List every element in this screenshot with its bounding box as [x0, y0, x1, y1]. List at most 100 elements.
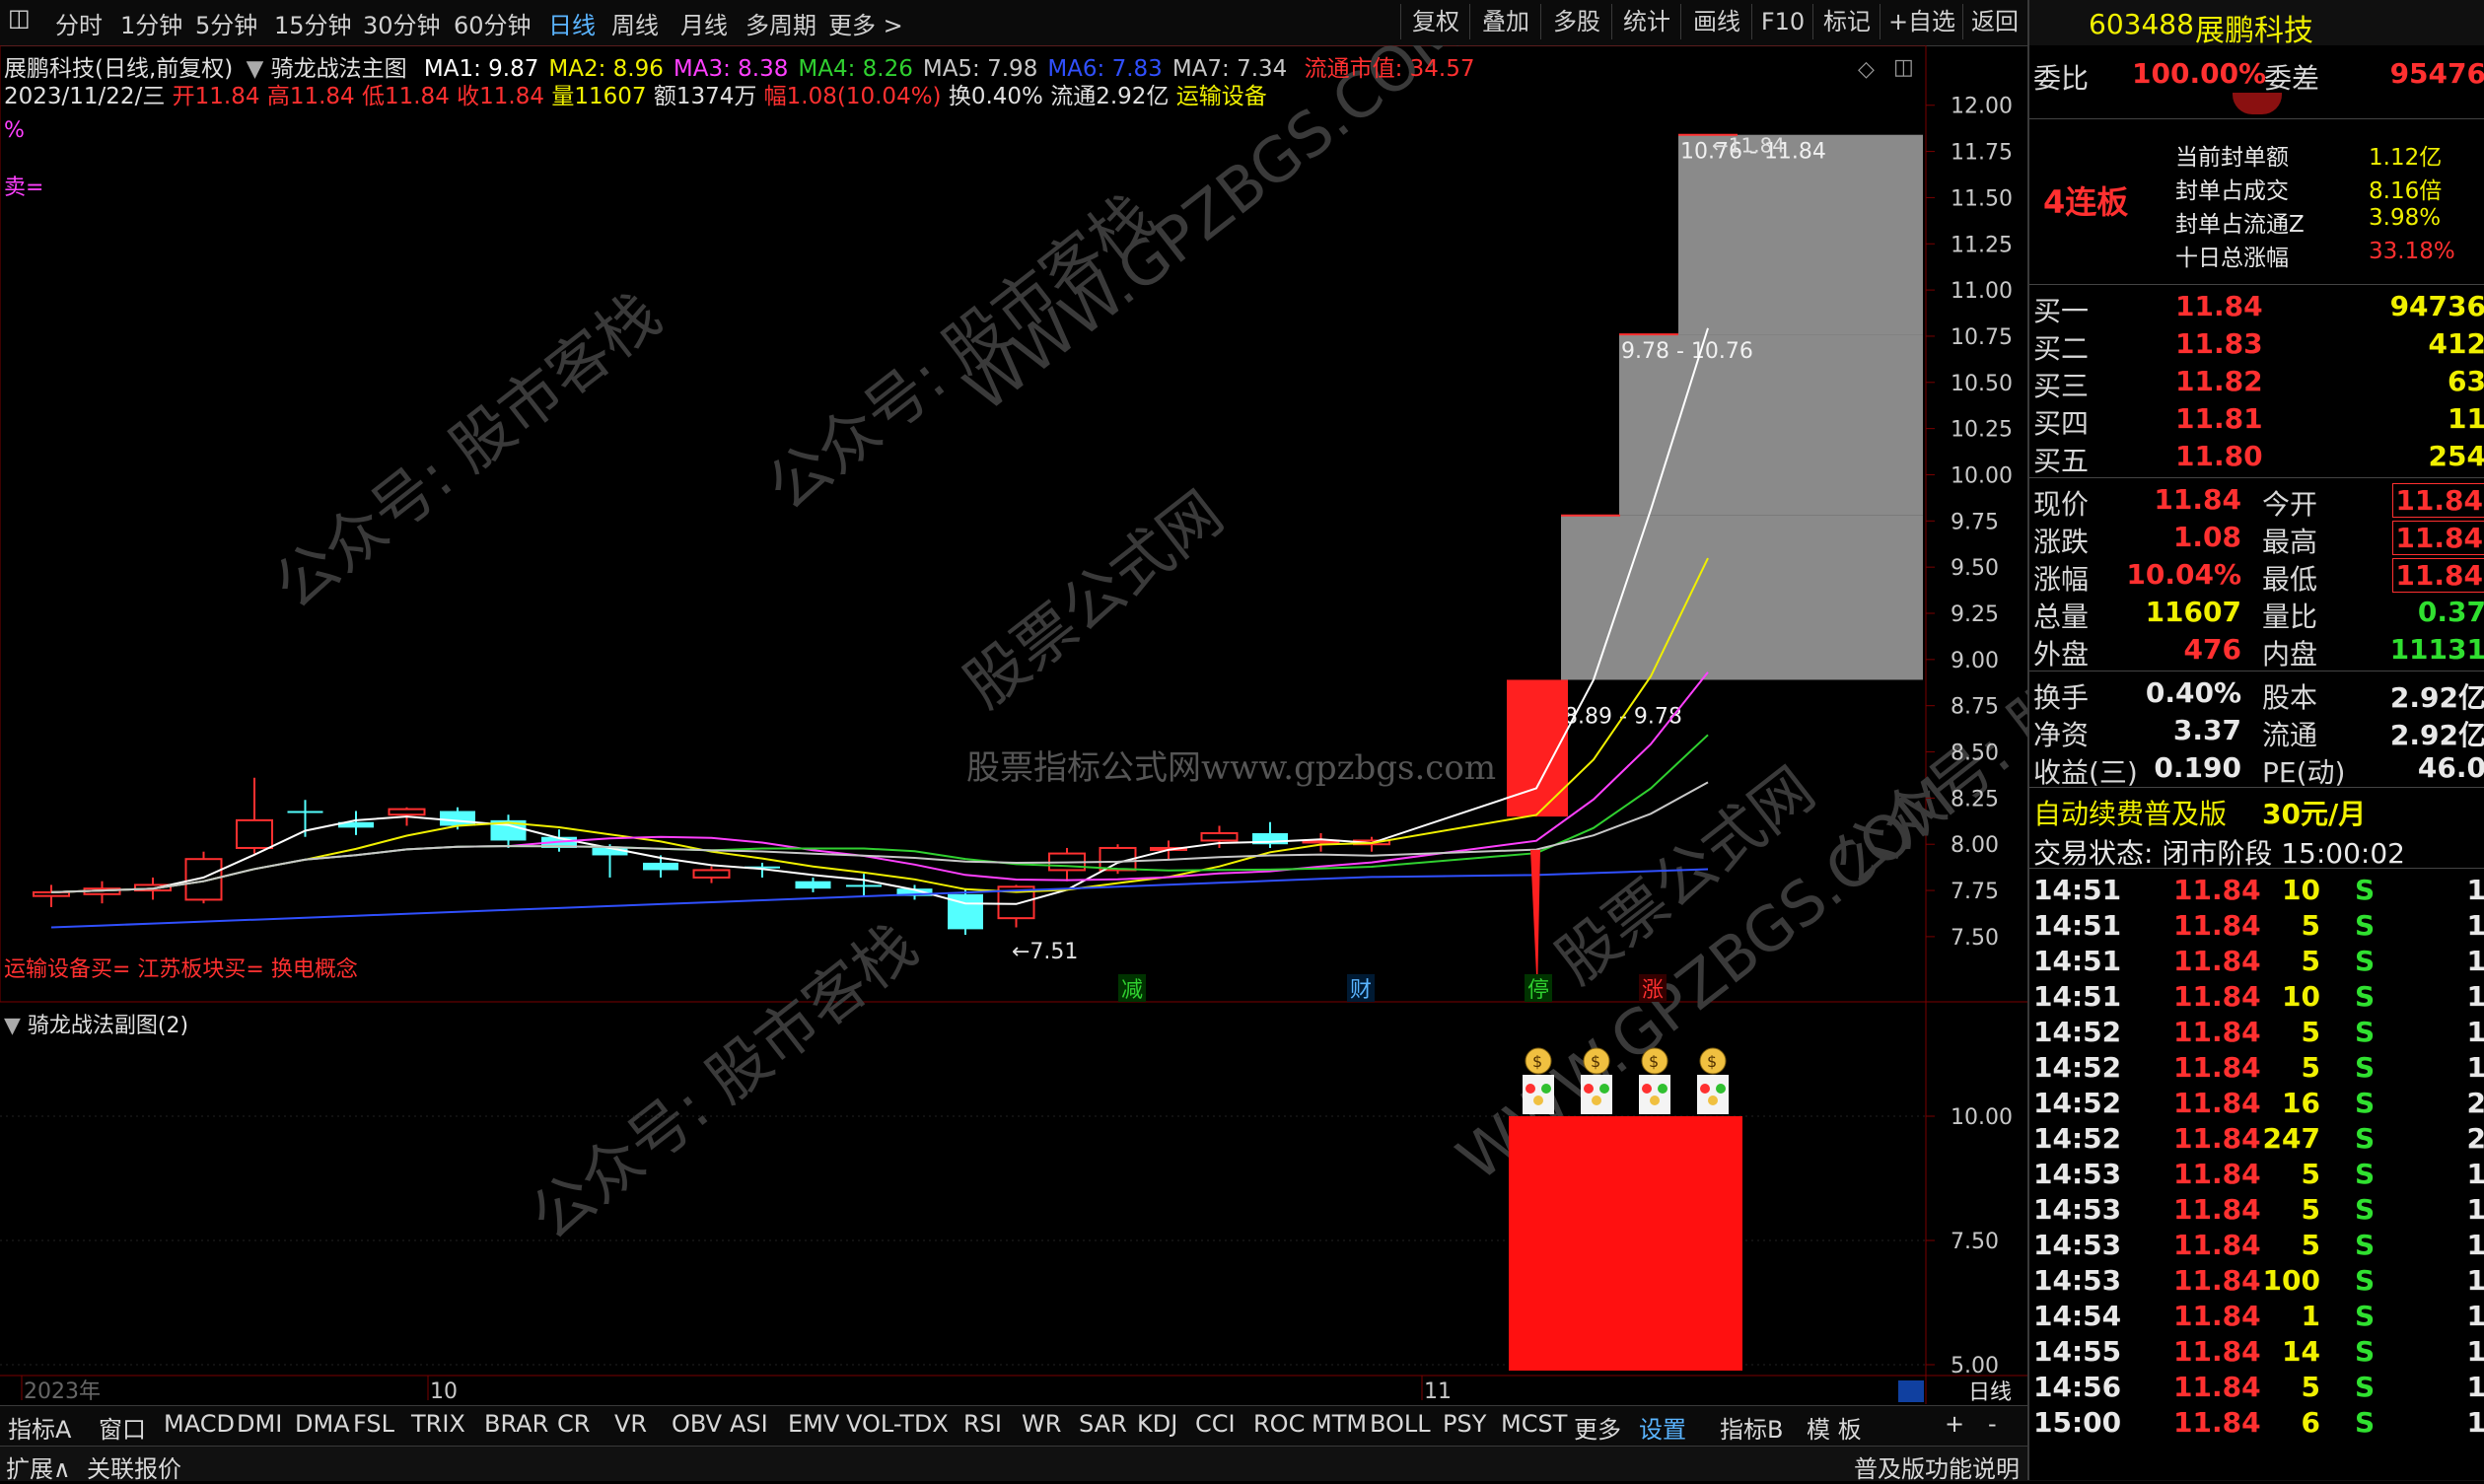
indicator-tab-20[interactable]: MTM: [1312, 1410, 1367, 1438]
toolbar-button-1[interactable]: 叠加: [1469, 4, 1541, 39]
sub-y-label-0: 10.00: [1951, 1105, 2013, 1130]
quote-panel: 603488 展鹏科技 委比 100.00% 委差 95476 4连板 当前封单额 1.12亿封…: [2027, 0, 2484, 1480]
indicator-tab-25[interactable]: 设置: [1639, 1410, 1686, 1445]
stat-row-2: 涨幅 10.04% 最低 11.84: [2029, 556, 2484, 596]
candle-body-4: [236, 818, 273, 849]
indicator-tab-4[interactable]: DMA: [295, 1410, 350, 1438]
sub-chart-title[interactable]: 骑龙战法副图(2): [28, 1014, 188, 1038]
period-tab-5[interactable]: 60分钟: [454, 6, 532, 40]
watermark-center: 股票指标公式网www.gpzbgs.com: [966, 748, 1496, 788]
tick-time-14: 14:56: [2033, 1371, 2122, 1403]
indicator-tab-1[interactable]: 窗口: [99, 1410, 146, 1445]
promo-row[interactable]: 自动续费普及版 30元/月: [2029, 791, 2484, 830]
collapse-icon[interactable]: [2233, 93, 2282, 114]
tick-side-3: S: [2355, 980, 2376, 1013]
indicator-tab-9[interactable]: VR: [614, 1410, 647, 1438]
indicator-right-0[interactable]: 指标B: [1720, 1410, 1783, 1445]
bid-row-1[interactable]: 买二 11.83 412: [2029, 325, 2484, 365]
tick-price-1: 11.84: [2173, 909, 2261, 942]
bid-label-0: 买一: [2033, 295, 2090, 327]
indicator-tab-0[interactable]: 指标A: [8, 1410, 71, 1445]
window-menu-icon[interactable]: ◫: [8, 4, 31, 32]
indicator-tab-2[interactable]: MACD: [164, 1410, 235, 1438]
tick-volume-12: 1: [2301, 1300, 2320, 1332]
sep-1: [2029, 118, 2484, 119]
indicator-tab-11[interactable]: ASI: [730, 1410, 768, 1438]
indicator-tab-8[interactable]: CR: [557, 1410, 590, 1438]
bid-row-3[interactable]: 买四 11.81 11: [2029, 400, 2484, 440]
indicator-tab-14[interactable]: RSI: [963, 1410, 1002, 1438]
period-tab-10[interactable]: 更多 >: [828, 6, 903, 40]
promo-text[interactable]: 自动续费普及版: [2033, 793, 2227, 832]
y-label-9: 9.75: [1951, 510, 1999, 534]
seal-info-row-1: 封单占成交 8.16倍: [2175, 170, 2484, 204]
indicator-tab-23[interactable]: MCST: [1501, 1410, 1567, 1438]
expand-button[interactable]: 扩展∧: [6, 1449, 71, 1484]
toolbar-button-4[interactable]: 画线: [1680, 4, 1752, 39]
indicator-tab-22[interactable]: PSY: [1443, 1410, 1486, 1438]
order-ratio-row: 委比 100.00% 委差 95476: [2029, 55, 2484, 95]
toolbar-button-0[interactable]: 复权: [1400, 4, 1470, 39]
period-tab-6[interactable]: 日线: [548, 6, 596, 40]
indicator-tab-7[interactable]: BRAR: [484, 1410, 548, 1438]
indicator-tab-15[interactable]: WR: [1022, 1410, 1061, 1438]
panel-toggle-icon[interactable]: ◫: [1893, 55, 1914, 80]
indicator-tab-24[interactable]: 更多: [1574, 1410, 1621, 1445]
toolbar-button-2[interactable]: 多股: [1540, 4, 1612, 39]
stat-label-a-4: 外盘: [2033, 638, 2090, 671]
period-tab-0[interactable]: 分时: [55, 6, 103, 40]
tick-row-5: 14:52 11.84 5 S 1: [2029, 1049, 2484, 1085]
bid-row-2[interactable]: 买三 11.82 63: [2029, 363, 2484, 402]
tick-price-11: 11.84: [2173, 1264, 2261, 1297]
signal-card-1: [1581, 1075, 1612, 1114]
period-tab-1[interactable]: 1分钟: [120, 6, 182, 40]
chart-area[interactable]: 公众号: 股市客栈 公众号: 股市客栈公众号: 股市客栈WWW.GPZBGS.CO…: [0, 45, 2027, 1404]
period-tab-3[interactable]: 15分钟: [274, 6, 352, 40]
indicator-tab-10[interactable]: OBV: [672, 1410, 722, 1438]
indicator-right-3[interactable]: -: [1988, 1410, 1997, 1438]
signal-card-0: [1523, 1075, 1554, 1114]
tick-volume-4: 5: [2301, 1016, 2320, 1048]
tick-side-4: S: [2355, 1016, 2376, 1048]
seal-info-label-2: 封单占流通Z: [2175, 212, 2305, 238]
indicator-right-2[interactable]: +: [1945, 1410, 1964, 1438]
indicator-tab-6[interactable]: TRIX: [411, 1410, 465, 1438]
watermark-1: 公众号: 股市客栈: [753, 179, 1167, 525]
fund-label-a-2: 收益(三): [2033, 756, 2138, 789]
indicator-tab-18[interactable]: CCI: [1195, 1410, 1236, 1438]
toolbar-button-5[interactable]: F10: [1751, 4, 1813, 39]
tick-price-6: 11.84: [2173, 1087, 2261, 1119]
toolbar-button-6[interactable]: 标记: [1812, 4, 1881, 39]
period-tab-4[interactable]: 30分钟: [363, 6, 441, 40]
tick-side-2: S: [2355, 945, 2376, 977]
tick-time-9: 14:53: [2033, 1193, 2122, 1226]
promo-price[interactable]: 30元/月: [2262, 793, 2366, 832]
indicator-tab-12[interactable]: EMV: [788, 1410, 839, 1438]
bid-volume-3: 11: [2448, 402, 2484, 435]
toolbar-button-8[interactable]: 返回: [1962, 4, 2026, 39]
indicator-tab-21[interactable]: BOLL: [1370, 1410, 1431, 1438]
indicator-right-1[interactable]: 模 板: [1807, 1410, 1862, 1445]
period-tab-2[interactable]: 5分钟: [195, 6, 257, 40]
period-tab-9[interactable]: 多周期: [745, 6, 816, 40]
diamond-icon[interactable]: ◇: [1858, 57, 1875, 82]
indicator-tab-5[interactable]: FSL: [353, 1410, 394, 1438]
indicator-tab-16[interactable]: SAR: [1079, 1410, 1127, 1438]
signal-card-3: [1697, 1075, 1729, 1114]
tick-volume-3: 10: [2282, 980, 2320, 1013]
indicator-tab-3[interactable]: DMI: [237, 1410, 282, 1438]
bid-row-4[interactable]: 买五 11.80 254: [2029, 438, 2484, 477]
toolbar-button-7[interactable]: +自选: [1880, 4, 1963, 39]
range-box-2: [1561, 515, 1923, 680]
related-quote-button[interactable]: 关联报价: [87, 1449, 181, 1484]
indicator-tab-19[interactable]: ROC: [1253, 1410, 1305, 1438]
chevron-down-icon[interactable]: ▼: [4, 1014, 21, 1038]
sep-3: [2029, 477, 2484, 478]
help-link[interactable]: 普及版功能说明: [1854, 1449, 2020, 1484]
period-tab-8[interactable]: 月线: [680, 6, 728, 40]
bid-row-0[interactable]: 买一 11.84 94736: [2029, 288, 2484, 327]
toolbar-button-3[interactable]: 统计: [1611, 4, 1681, 39]
period-tab-7[interactable]: 周线: [611, 6, 659, 40]
indicator-tab-13[interactable]: VOL-TDX: [846, 1410, 949, 1438]
indicator-tab-17[interactable]: KDJ: [1137, 1410, 1177, 1438]
